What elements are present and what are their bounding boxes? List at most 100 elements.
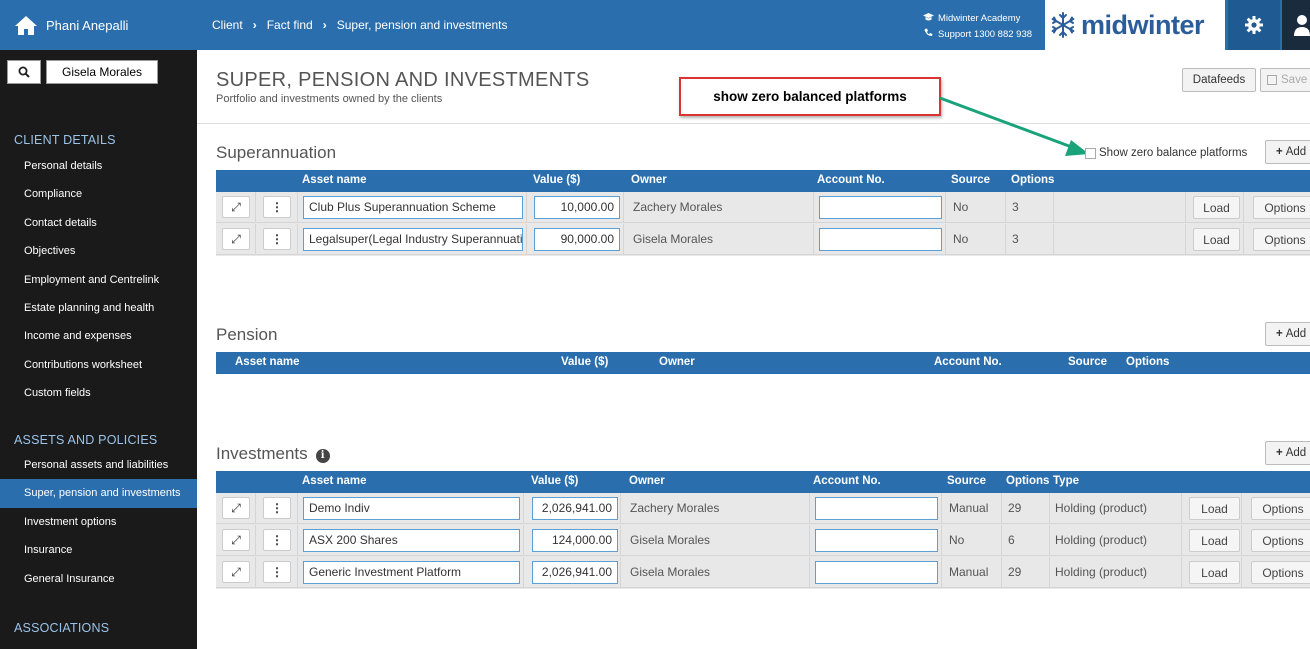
- asset-name-input[interactable]: Demo Indiv: [303, 497, 520, 520]
- sidebar-item-estate-planning[interactable]: Estate planning and health: [0, 294, 197, 322]
- sidebar-section-heading: ASSETS AND POLICIES: [14, 433, 158, 447]
- user-menu-button[interactable]: [1282, 0, 1310, 50]
- superannuation-title: Superannuation: [216, 143, 337, 162]
- source-text: No: [949, 533, 965, 547]
- vertical-dots-icon: ⋮: [271, 501, 283, 515]
- column-header: Value ($): [531, 475, 579, 487]
- options-button[interactable]: Options: [1251, 529, 1310, 552]
- row-menu-button[interactable]: ⋮: [263, 196, 291, 218]
- client-name-field[interactable]: Gisela Morales: [46, 60, 158, 84]
- account-number-input[interactable]: [815, 497, 938, 520]
- breadcrumb-fact-find[interactable]: Fact find: [267, 18, 313, 32]
- breadcrumb-client[interactable]: Client: [212, 18, 243, 32]
- expand-button[interactable]: ⤢: [222, 196, 250, 218]
- show-zero-balance-toggle[interactable]: Show zero balance platforms: [1085, 147, 1247, 159]
- account-number-input[interactable]: [815, 529, 938, 552]
- column-header: Type: [1053, 475, 1079, 487]
- row-menu-button[interactable]: ⋮: [263, 497, 291, 519]
- academy-link[interactable]: Midwinter Academy: [922, 11, 1032, 27]
- sidebar-item-contributions-worksheet[interactable]: Contributions worksheet: [0, 351, 197, 379]
- sidebar-item-compliance[interactable]: Compliance: [0, 180, 197, 208]
- expand-button[interactable]: ⤢: [222, 228, 250, 250]
- user-icon: [1294, 15, 1310, 36]
- home-icon: [15, 16, 37, 35]
- sidebar-item-contact-details[interactable]: Contact details: [0, 209, 197, 237]
- sidebar-item-personal-details[interactable]: Personal details: [0, 152, 197, 180]
- options-button[interactable]: Options: [1251, 497, 1310, 520]
- column-header: Asset name: [302, 475, 367, 487]
- value-input[interactable]: 90,000.00: [534, 228, 620, 251]
- options-count: 3: [1012, 200, 1019, 214]
- options-button[interactable]: Options: [1251, 561, 1310, 584]
- sidebar-section-heading: ASSOCIATIONS: [14, 621, 110, 635]
- account-number-input[interactable]: [815, 561, 938, 584]
- table-row: ⤢ ⋮ Generic Investment Platform 2,026,94…: [216, 557, 1310, 588]
- options-button[interactable]: Options: [1253, 228, 1310, 251]
- row-menu-button[interactable]: ⋮: [263, 561, 291, 583]
- options-count: 3: [1012, 232, 1019, 246]
- show-zero-balance-checkbox[interactable]: [1085, 147, 1096, 159]
- load-button[interactable]: Load: [1189, 561, 1240, 584]
- add-superannuation-button[interactable]: + Add: [1265, 140, 1310, 164]
- column-header: Account No.: [817, 174, 885, 186]
- expand-button[interactable]: ⤢: [222, 497, 250, 519]
- account-number-input[interactable]: [819, 228, 942, 251]
- value-input[interactable]: 2,026,941.00: [532, 497, 618, 520]
- sidebar-item-personal-assets[interactable]: Personal assets and liabilities: [0, 451, 197, 479]
- add-investment-button[interactable]: + Add: [1265, 441, 1310, 465]
- options-button[interactable]: Options: [1253, 196, 1310, 219]
- value-input[interactable]: 10,000.00: [534, 196, 620, 219]
- settings-button[interactable]: [1228, 0, 1280, 50]
- top-bar: Client › Fact find › Super, pension and …: [197, 0, 1310, 50]
- sidebar-item-custom-fields[interactable]: Custom fields: [0, 379, 197, 407]
- expand-button[interactable]: ⤢: [222, 561, 250, 583]
- options-count: 6: [1008, 533, 1015, 547]
- load-button[interactable]: Load: [1189, 529, 1240, 552]
- breadcrumb-separator-icon: ›: [322, 18, 327, 32]
- load-button[interactable]: Load: [1193, 196, 1240, 219]
- expand-button[interactable]: ⤢: [222, 529, 250, 551]
- sidebar-item-income-expenses[interactable]: Income and expenses: [0, 322, 197, 350]
- home-link[interactable]: Phani Anepalli: [0, 0, 197, 50]
- info-icon[interactable]: i: [315, 448, 330, 463]
- load-button[interactable]: Load: [1193, 228, 1240, 251]
- sidebar-item-investment-options[interactable]: Investment options: [0, 508, 197, 536]
- expand-icon: ⤢: [231, 231, 241, 246]
- asset-name-input[interactable]: ASX 200 Shares: [303, 529, 520, 552]
- sidebar-section-assets-policies: ASSETS AND POLICIES Personal assets and …: [0, 433, 197, 593]
- user-name: Phani Anepalli: [46, 17, 129, 33]
- sidebar-item-insurance[interactable]: Insurance: [0, 536, 197, 564]
- account-number-input[interactable]: [819, 196, 942, 219]
- sidebar-item-objectives[interactable]: Objectives: [0, 237, 197, 265]
- column-header: Options: [1126, 356, 1170, 368]
- column-header: Value ($): [533, 174, 581, 186]
- value-input[interactable]: 124,000.00: [532, 529, 618, 552]
- source-text: No: [953, 232, 969, 246]
- sidebar-section-heading: CLIENT DETAILS: [14, 133, 116, 147]
- table-row: ⤢ ⋮ Legalsuper(Legal Industry Superannua…: [216, 224, 1310, 255]
- sidebar-item-super-pension-investments[interactable]: Super, pension and investments: [0, 479, 197, 508]
- superannuation-table-header: Asset name Value ($) Owner Account No. S…: [216, 170, 1310, 192]
- load-button[interactable]: Load: [1189, 497, 1240, 520]
- plus-icon: +: [1276, 146, 1283, 158]
- support-link[interactable]: Support 1300 882 938: [922, 27, 1032, 43]
- asset-name-input[interactable]: Legalsuper(Legal Industry Superannuation: [303, 228, 523, 251]
- value-input[interactable]: 2,026,941.00: [532, 561, 618, 584]
- gear-icon: [1245, 16, 1263, 34]
- sidebar-item-employment-centrelink[interactable]: Employment and Centrelink: [0, 266, 197, 294]
- asset-name-input[interactable]: Club Plus Superannuation Scheme: [303, 196, 523, 219]
- vertical-dots-icon: ⋮: [271, 533, 283, 547]
- expand-icon: ⤢: [231, 500, 241, 515]
- row-menu-button[interactable]: ⋮: [263, 529, 291, 551]
- header-links: Midwinter Academy Support 1300 882 938: [922, 11, 1032, 43]
- table-row: ⤢ ⋮ Demo Indiv 2,026,941.00 Zachery Mora…: [216, 493, 1310, 524]
- pension-title: Pension: [216, 325, 278, 344]
- row-menu-button[interactable]: ⋮: [263, 228, 291, 250]
- add-pension-button[interactable]: + Add: [1265, 322, 1310, 346]
- column-header: Owner: [631, 174, 667, 186]
- column-header: Owner: [659, 356, 695, 368]
- main-content: SUPER, PENSION AND INVESTMENTS Portfolio…: [197, 50, 1310, 649]
- asset-name-input[interactable]: Generic Investment Platform: [303, 561, 520, 584]
- search-button[interactable]: [7, 60, 41, 84]
- sidebar-item-general-insurance[interactable]: General Insurance: [0, 565, 197, 593]
